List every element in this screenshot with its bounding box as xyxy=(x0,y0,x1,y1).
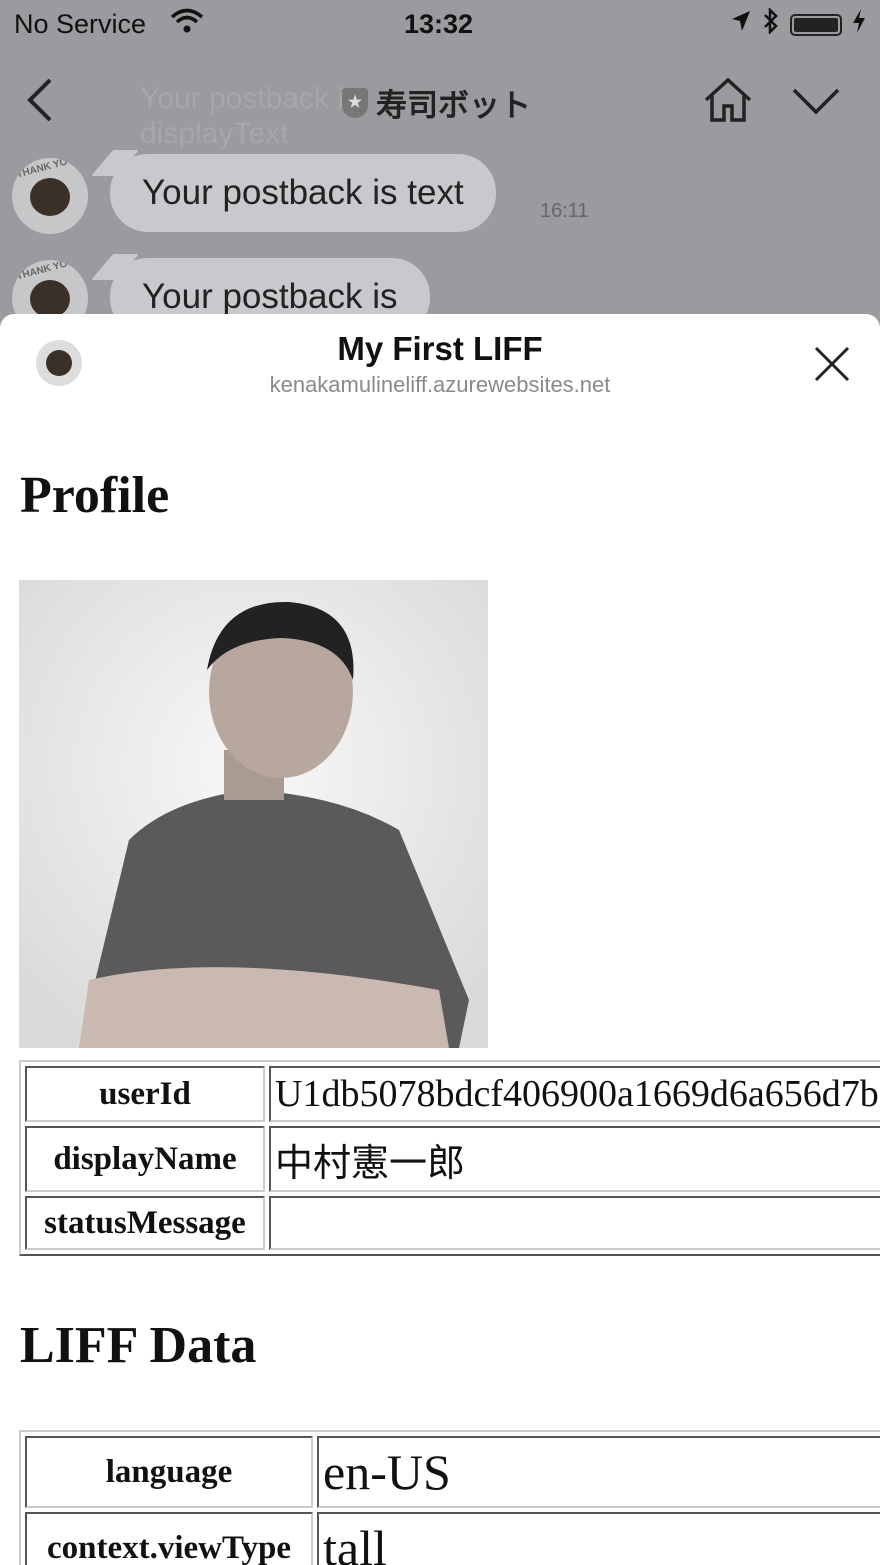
bear-sticker-icon xyxy=(30,178,70,216)
status-time: 13:32 xyxy=(404,9,474,39)
table-row: statusMessage xyxy=(25,1196,880,1250)
table-row: language en-US xyxy=(25,1436,880,1508)
chat-background: No Service 13:32 Your postback is displa… xyxy=(0,0,880,336)
table-value: en-US xyxy=(317,1436,880,1508)
liff-sheet: My First LIFF kenakamulineliff.azurewebs… xyxy=(0,314,880,1565)
status-bar: No Service 13:32 xyxy=(0,0,880,50)
back-button[interactable] xyxy=(24,76,54,133)
table-key: displayName xyxy=(25,1126,265,1192)
chat-title: ★ 寿司ボット xyxy=(342,80,531,125)
location-icon xyxy=(730,9,752,40)
table-key: language xyxy=(25,1436,313,1508)
bot-name: 寿司ボット xyxy=(376,88,531,123)
liff-title: My First LIFF xyxy=(337,330,543,367)
home-button[interactable] xyxy=(702,76,754,129)
profile-picture xyxy=(19,580,488,1048)
liff-data-table: language en-US context.viewType tall xyxy=(19,1430,880,1565)
table-key: userId xyxy=(25,1066,265,1122)
table-value: 中村憲一郎 xyxy=(269,1126,880,1192)
charging-icon xyxy=(852,9,866,40)
liff-header: My First LIFF kenakamulineliff.azurewebs… xyxy=(0,314,880,406)
liff-url: kenakamulineliff.azurewebsites.net xyxy=(269,372,611,397)
message-bubble[interactable]: Your postback is text xyxy=(110,154,496,232)
official-badge-icon: ★ xyxy=(342,87,368,118)
table-value: U1db5078bdcf406900a1669d6a656d7b7 xyxy=(269,1066,880,1122)
chevron-down-icon[interactable] xyxy=(790,84,842,121)
carrier-label: No Service xyxy=(14,9,147,39)
battery-icon xyxy=(790,13,842,36)
table-key: statusMessage xyxy=(25,1196,265,1250)
bluetooth-icon xyxy=(762,6,780,41)
wifi-icon xyxy=(170,8,204,41)
table-value: tall xyxy=(317,1512,880,1565)
avatar: THANK YOU xyxy=(12,158,88,234)
table-value xyxy=(269,1196,880,1250)
chat-navbar: Your postback is displayText ★ 寿司ボット xyxy=(0,58,880,150)
bear-sticker-icon xyxy=(30,280,70,318)
table-row: context.viewType tall xyxy=(25,1512,880,1565)
liff-data-heading: LIFF Data xyxy=(20,1317,257,1374)
close-icon[interactable] xyxy=(812,344,852,389)
table-key: context.viewType xyxy=(25,1512,313,1565)
profile-table: userId U1db5078bdcf406900a1669d6a656d7b7… xyxy=(19,1060,880,1256)
message-time: 16:11 xyxy=(540,200,589,222)
profile-heading: Profile xyxy=(20,467,170,524)
table-row: displayName 中村憲一郎 xyxy=(25,1126,880,1192)
table-row: userId U1db5078bdcf406900a1669d6a656d7b7 xyxy=(25,1066,880,1122)
